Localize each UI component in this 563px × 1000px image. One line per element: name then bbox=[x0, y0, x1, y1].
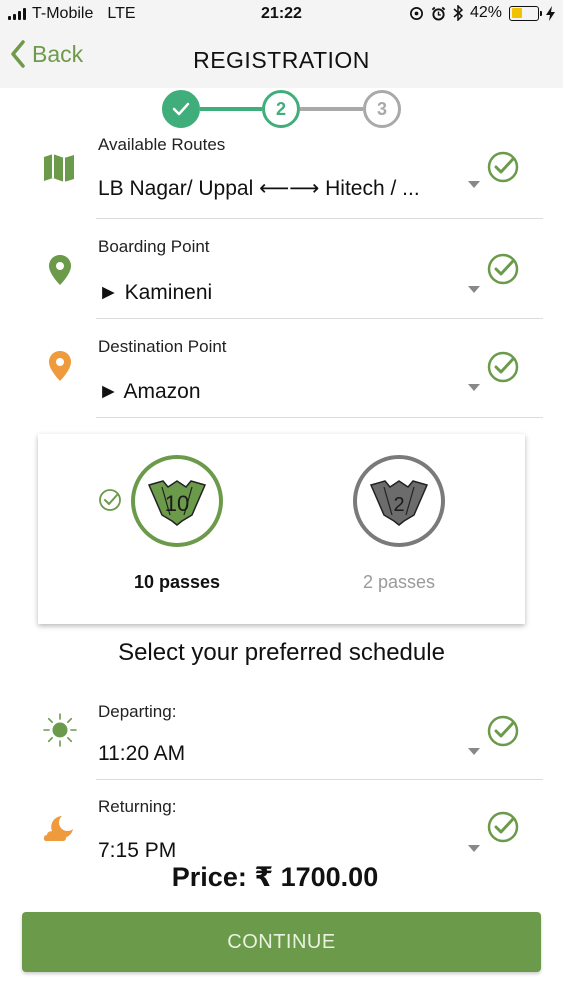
dropdown-caret-icon bbox=[468, 845, 480, 852]
ticket-10-icon: 10 bbox=[131, 455, 223, 547]
dropdown-caret-icon bbox=[468, 286, 480, 293]
bluetooth-icon bbox=[453, 5, 463, 21]
step-1-complete bbox=[162, 90, 200, 128]
location-lock-icon bbox=[410, 6, 423, 20]
pass-option-2[interactable]: 2 bbox=[352, 454, 446, 548]
check-circle-icon bbox=[487, 351, 519, 383]
alarm-icon bbox=[431, 6, 446, 21]
check-circle-icon bbox=[487, 715, 519, 747]
pass-count-2: 2 bbox=[393, 494, 404, 516]
pass-count-10: 10 bbox=[165, 491, 189, 516]
returning-time-selector[interactable]: Returning: 7:15 PM bbox=[0, 794, 563, 864]
checkmark-icon bbox=[172, 102, 190, 116]
boarding-label: Boarding Point bbox=[98, 237, 210, 256]
moon-cloud-icon bbox=[43, 816, 73, 841]
check-circle-icon bbox=[487, 811, 519, 843]
nav-bar: Back REGISTRATION bbox=[0, 30, 563, 88]
map-icon bbox=[44, 154, 74, 182]
schedule-title: Select your preferred schedule bbox=[118, 639, 445, 666]
battery-icon bbox=[509, 5, 542, 21]
route-selector[interactable]: Available Routes LB Nagar/ Uppal ⟵⟶ Hite… bbox=[0, 132, 563, 220]
pass-label-10: 10 passes bbox=[133, 572, 221, 592]
status-bar: T-Mobile LTE 21:22 42% bbox=[0, 0, 563, 30]
step-2-current: 2 bbox=[262, 90, 300, 128]
boarding-point-selector[interactable]: Boarding Point ► Kamineni bbox=[0, 234, 563, 320]
location-pin-icon bbox=[49, 255, 71, 285]
route-value: LB Nagar/ Uppal ⟵⟶ Hitech / ... bbox=[98, 177, 420, 200]
check-circle-icon bbox=[487, 253, 519, 285]
pass-label-2: 2 passes bbox=[362, 572, 436, 592]
departing-time-selector[interactable]: Departing: 11:20 AM bbox=[0, 698, 563, 782]
boarding-value: ► Kamineni bbox=[98, 281, 213, 304]
destination-value: ► Amazon bbox=[98, 380, 201, 403]
sun-icon bbox=[43, 713, 77, 747]
step-3-pending: 3 bbox=[363, 90, 401, 128]
dropdown-caret-icon bbox=[468, 384, 480, 391]
stepper-line-pending bbox=[300, 107, 363, 111]
row-divider bbox=[96, 318, 543, 319]
battery-percent: 42% bbox=[469, 4, 502, 21]
dropdown-caret-icon bbox=[468, 181, 480, 188]
charging-icon bbox=[546, 5, 555, 21]
row-divider bbox=[96, 417, 543, 418]
departing-value: 11:20 AM bbox=[98, 742, 186, 765]
departing-label: Departing: bbox=[98, 702, 177, 721]
selected-check-icon bbox=[99, 489, 121, 511]
row-divider bbox=[96, 218, 543, 219]
dropdown-caret-icon bbox=[468, 748, 480, 755]
price-total: Price: ₹ 1700.00 bbox=[171, 862, 379, 892]
pass-option-10[interactable]: 10 bbox=[130, 454, 224, 548]
continue-button[interactable]: CONTINUE bbox=[22, 912, 541, 972]
route-label: Available Routes bbox=[98, 135, 226, 154]
row-divider bbox=[96, 779, 543, 780]
returning-label: Returning: bbox=[98, 797, 177, 816]
location-pin-icon bbox=[49, 351, 71, 381]
stepper-line-complete bbox=[200, 107, 262, 111]
pass-selection-card: 10 10 passes 2 2 passes bbox=[38, 434, 525, 624]
progress-stepper: 2 3 bbox=[160, 88, 410, 132]
destination-point-selector[interactable]: Destination Point ► Amazon bbox=[0, 334, 563, 420]
page-title: REGISTRATION bbox=[193, 47, 370, 73]
ticket-2-icon: 2 bbox=[353, 455, 445, 547]
destination-label: Destination Point bbox=[98, 337, 227, 356]
returning-value: 7:15 PM bbox=[98, 839, 177, 862]
status-right: 42% bbox=[409, 4, 555, 22]
check-circle-icon bbox=[487, 151, 519, 183]
